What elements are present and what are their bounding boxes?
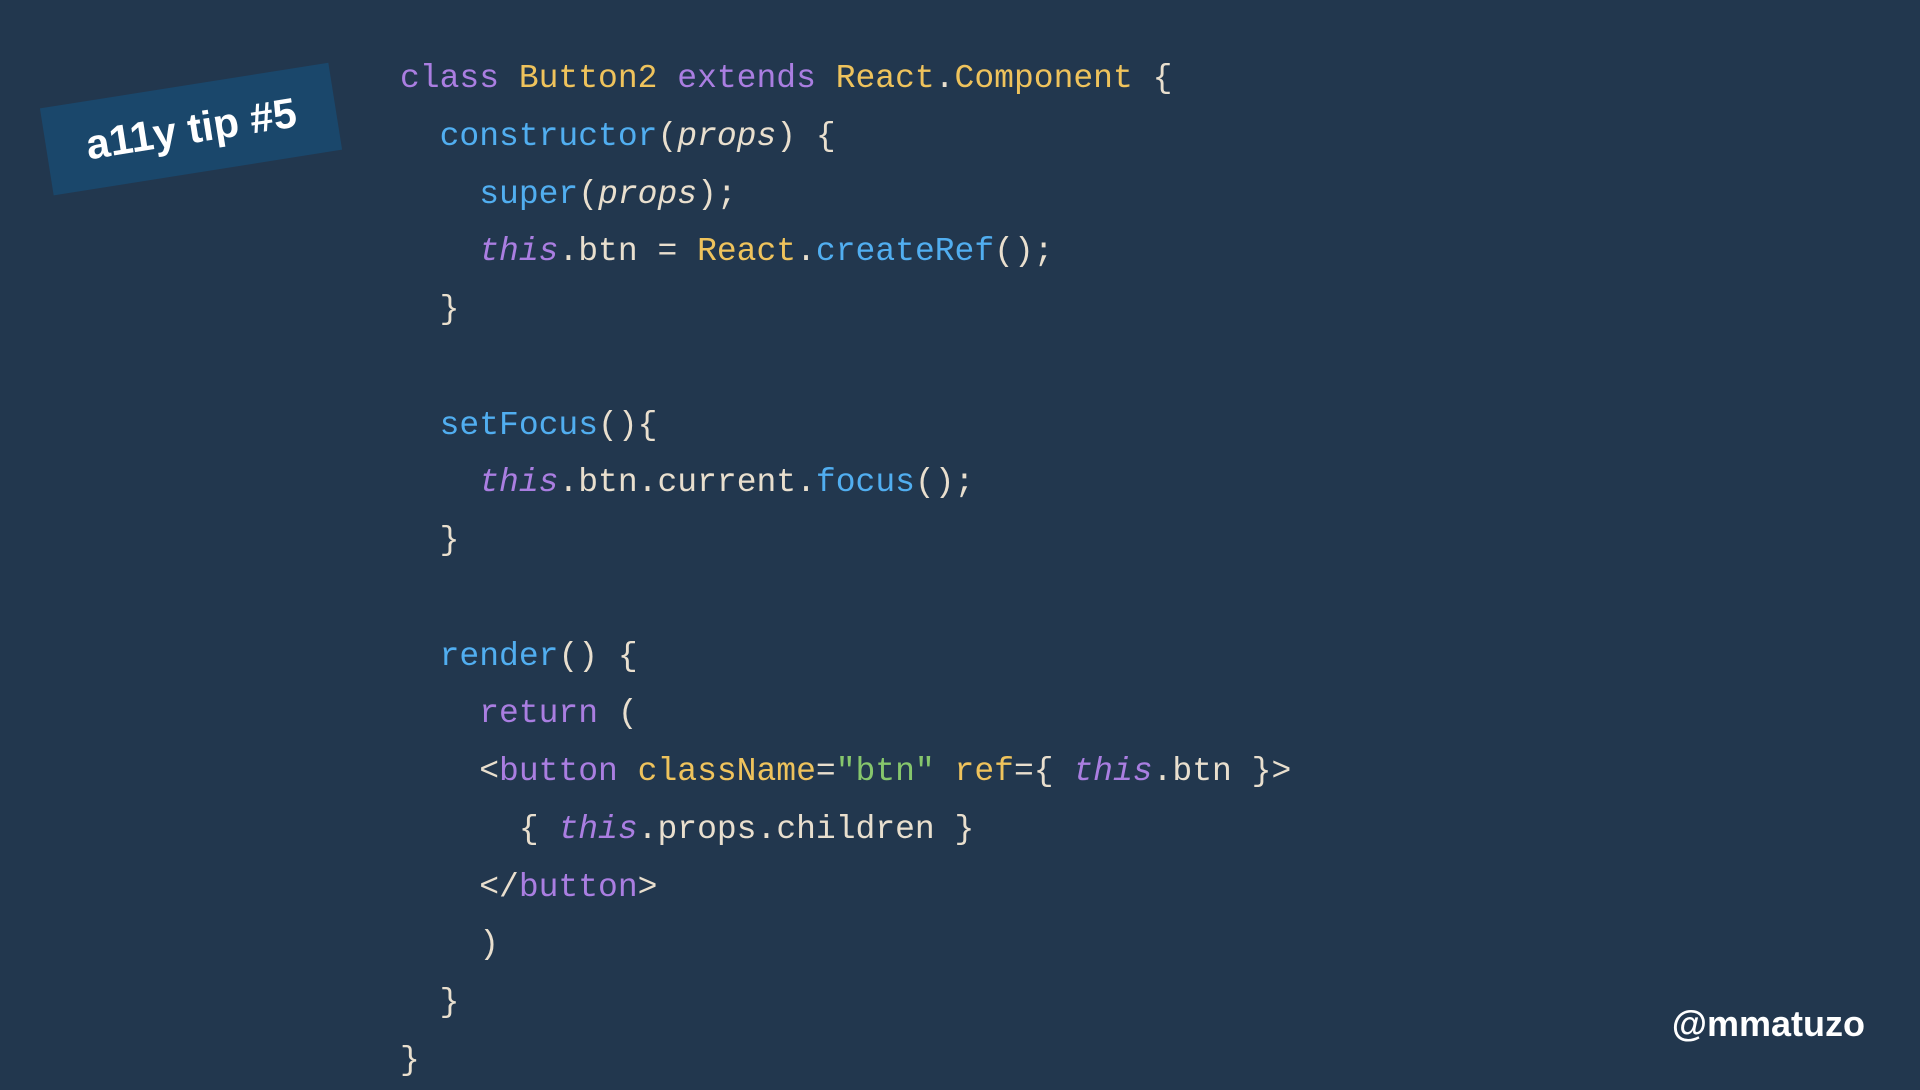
code-token: props (677, 118, 776, 155)
code-token: (); (994, 233, 1053, 270)
code-token: . (796, 464, 816, 501)
code-token (400, 233, 479, 270)
code-token: button (519, 869, 638, 906)
code-token: ) (400, 926, 499, 963)
code-token: } (400, 291, 459, 328)
code-token: (); (915, 464, 974, 501)
code-token: (){ (598, 407, 657, 444)
code-token: "btn" (836, 753, 955, 790)
code-line: ) (400, 916, 1291, 974)
code-token: ( (618, 695, 638, 732)
code-line: class Button2 extends React.Component { (400, 50, 1291, 108)
code-token: Button2 (519, 60, 677, 97)
code-token: ={ (1014, 753, 1073, 790)
code-token (400, 638, 440, 675)
code-token: . (796, 233, 816, 270)
code-token: super (479, 176, 578, 213)
code-token: < (479, 753, 499, 790)
code-token (400, 349, 420, 386)
code-token: = (657, 233, 697, 270)
code-line: <button className="btn" ref={ this.btn }… (400, 743, 1291, 801)
code-token: } (400, 984, 459, 1021)
code-token: } (400, 522, 459, 559)
code-token: props (598, 176, 697, 213)
code-token: . (935, 60, 955, 97)
code-snippet: class Button2 extends React.Component { … (400, 50, 1291, 1090)
code-line: super(props); (400, 166, 1291, 224)
code-line: { this.props.children } (400, 801, 1291, 859)
code-token: createRef (816, 233, 994, 270)
code-token: > (1271, 753, 1291, 790)
code-line: </button> (400, 859, 1291, 917)
code-token: setFocus (440, 407, 598, 444)
code-token: . (558, 233, 578, 270)
code-token: . (638, 464, 658, 501)
code-token: } (1252, 753, 1272, 790)
code-token: children (776, 811, 954, 848)
code-token: . (757, 811, 777, 848)
code-token (400, 464, 479, 501)
code-token: props (657, 811, 756, 848)
code-line (400, 570, 1291, 628)
code-token: Component (955, 60, 1153, 97)
code-token: this (558, 811, 637, 848)
code-token: focus (816, 464, 915, 501)
code-token: className (638, 753, 816, 790)
code-token (400, 118, 440, 155)
code-token: } (400, 1042, 420, 1079)
code-line: return ( (400, 685, 1291, 743)
tip-badge: a11y tip #5 (40, 63, 343, 196)
code-token: () { (558, 638, 637, 675)
code-token (400, 869, 479, 906)
code-token: ( (657, 118, 677, 155)
code-line: } (400, 974, 1291, 1032)
code-token: = (816, 753, 836, 790)
code-token: ); (697, 176, 737, 213)
code-token: . (558, 464, 578, 501)
code-token: class (400, 60, 519, 97)
code-line (400, 339, 1291, 397)
code-line: } (400, 512, 1291, 570)
code-token: btn (578, 464, 637, 501)
code-token: } (955, 811, 975, 848)
code-token: { (1153, 60, 1173, 97)
code-line: } (400, 1032, 1291, 1090)
code-token: . (1153, 753, 1173, 790)
code-token: . (638, 811, 658, 848)
code-token: React (697, 233, 796, 270)
code-line: this.btn = React.createRef(); (400, 223, 1291, 281)
code-token: ) { (776, 118, 835, 155)
code-token: this (479, 233, 558, 270)
code-token: constructor (440, 118, 658, 155)
code-token: ( (578, 176, 598, 213)
code-token (400, 407, 440, 444)
author-handle: @mmatuzo (1672, 1003, 1865, 1045)
code-line: this.btn.current.focus(); (400, 454, 1291, 512)
author-handle-text: @mmatuzo (1672, 1003, 1865, 1044)
code-token (400, 753, 479, 790)
code-token: button (499, 753, 638, 790)
code-token: btn (578, 233, 657, 270)
code-token (400, 695, 479, 732)
code-token: React (836, 60, 935, 97)
code-token: extends (677, 60, 835, 97)
code-token: this (1073, 753, 1152, 790)
code-token: ref (955, 753, 1014, 790)
code-token: return (479, 695, 618, 732)
code-line: constructor(props) { (400, 108, 1291, 166)
code-token: </ (479, 869, 519, 906)
tip-badge-text: a11y tip #5 (83, 89, 300, 169)
code-token: render (440, 638, 559, 675)
code-token (400, 580, 420, 617)
code-token: btn (1172, 753, 1251, 790)
code-token: this (479, 464, 558, 501)
code-token (400, 176, 479, 213)
code-line: } (400, 281, 1291, 339)
code-line: render() { (400, 628, 1291, 686)
code-token: > (638, 869, 658, 906)
code-token: { (400, 811, 558, 848)
code-line: setFocus(){ (400, 397, 1291, 455)
code-token: current (657, 464, 796, 501)
